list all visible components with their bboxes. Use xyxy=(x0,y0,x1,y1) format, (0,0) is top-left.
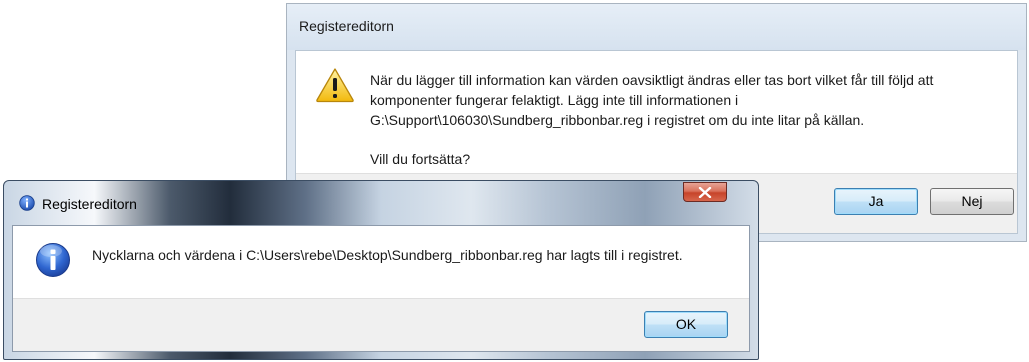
warning-icon xyxy=(316,68,354,103)
close-button[interactable] xyxy=(683,182,727,202)
info-icon xyxy=(36,243,70,277)
info-dialog-body: Nycklarna och värdena i C:\Users\rebe\De… xyxy=(12,225,750,352)
no-button[interactable]: Nej xyxy=(930,188,1014,215)
info-dialog: Registereditorn Nycklarna och värdena i … xyxy=(3,180,759,360)
warning-message: När du lägger till information kan värde… xyxy=(370,72,934,128)
ok-button[interactable]: OK xyxy=(644,311,728,338)
info-button-bar: OK xyxy=(13,298,749,351)
warning-question: Vill du fortsätta? xyxy=(370,151,471,167)
info-message: Nycklarna och värdena i C:\Users\rebe\De… xyxy=(92,247,683,263)
yes-button[interactable]: Ja xyxy=(834,188,918,215)
warning-dialog-titlebar[interactable]: Registereditorn xyxy=(287,4,1026,50)
close-icon xyxy=(698,187,712,198)
info-small-icon xyxy=(19,195,35,211)
info-dialog-titlebar[interactable]: Registereditorn xyxy=(4,181,758,225)
warning-dialog-title: Registereditorn xyxy=(299,18,394,34)
info-dialog-title: Registereditorn xyxy=(42,196,137,212)
